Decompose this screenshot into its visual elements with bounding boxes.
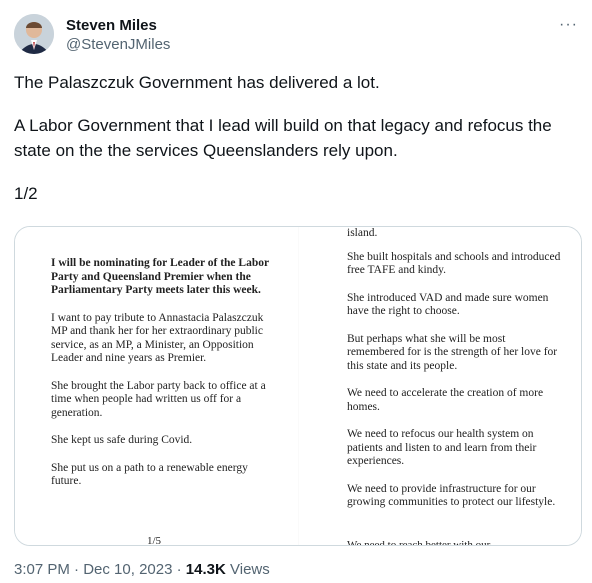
document-cut-line: We need to reach better with our [347,539,491,545]
tweet-paragraph: A Labor Government that I lead will buil… [14,116,552,160]
document-page-right: island. She built hospitals and schools … [299,227,581,545]
views-count: 14.3K [185,561,226,578]
document-paragraph: I want to pay tribute to Annastacia Pala… [51,311,264,365]
document-page-number: 1/5 [147,535,162,546]
document-paragraph: She put us on a path to a renewable ener… [51,461,248,488]
document-paragraph: She built hospitals and schools and intr… [347,250,561,277]
document-right-text: island. She built hospitals and schools … [347,227,561,524]
tweet-meta: 3:07 PM · Dec 10, 2023 · 14.3K Views [14,561,270,578]
author-names: Steven Miles @StevenJMiles [66,16,170,55]
tweet-text: The Palaszczuk Government has delivered … [14,70,580,224]
tweet-image[interactable]: I will be nominating for Leader of the L… [14,226,582,546]
tweet-date[interactable]: Dec 10, 2023 [83,561,172,578]
meta-separator: · [176,561,182,578]
document-paragraph: But perhaps what she will be most rememb… [347,332,558,372]
tweet-time[interactable]: 3:07 PM [14,561,70,578]
document-paragraph: She brought the Labor party back to offi… [51,379,266,419]
tweet-paragraph: The Palaszczuk Government has delivered … [14,73,380,92]
document-left-text: I will be nominating for Leader of the L… [51,257,277,503]
author-handle[interactable]: @StevenJMiles [66,35,170,55]
author-display-name[interactable]: Steven Miles [66,16,170,35]
document-paragraph: She introduced VAD and made sure women h… [347,291,549,318]
tweet-header: Steven Miles @StevenJMiles ··· [14,14,578,58]
document-paragraph: We need to provide infrastructure for ou… [347,482,556,509]
document-paragraph: We need to refocus our health system on … [347,428,537,467]
tweet-paragraph: 1/2 [14,184,38,203]
document-paragraph: island. [347,227,378,239]
person-photo-icon [14,14,54,54]
avatar[interactable] [14,14,54,54]
more-options-icon[interactable]: ··· [559,16,578,34]
document-heading: I will be nominating for Leader of the L… [51,257,269,296]
views-label: Views [230,561,270,578]
document-paragraph: We need to accelerate the creation of mo… [347,387,544,413]
document-paragraph: She kept us safe during Covid. [51,434,193,446]
document-page-left: I will be nominating for Leader of the L… [15,227,298,545]
meta-separator: · [74,561,80,578]
